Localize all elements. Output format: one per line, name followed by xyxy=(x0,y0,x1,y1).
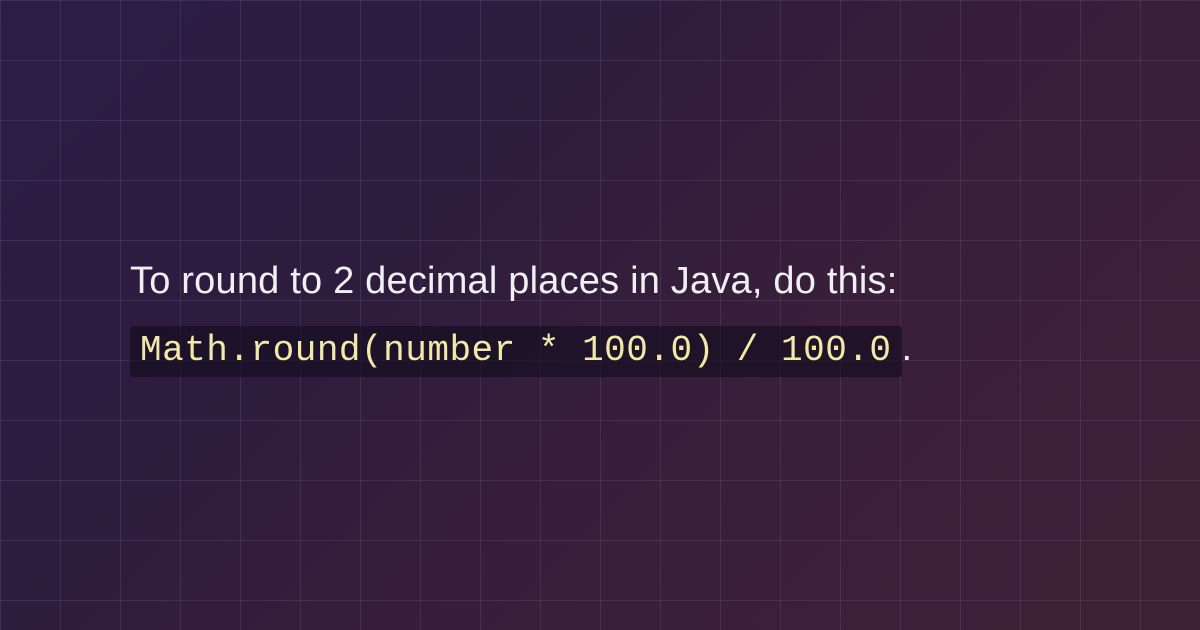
intro-text: To round to 2 decimal places in Java, do… xyxy=(130,260,898,302)
trailing-period: . xyxy=(902,327,913,369)
code-snippet: Math.round(number * 100.0) / 100.0 xyxy=(130,326,902,377)
explanation-text: To round to 2 decimal places in Java, do… xyxy=(130,248,1070,382)
content-container: To round to 2 decimal places in Java, do… xyxy=(0,0,1200,630)
